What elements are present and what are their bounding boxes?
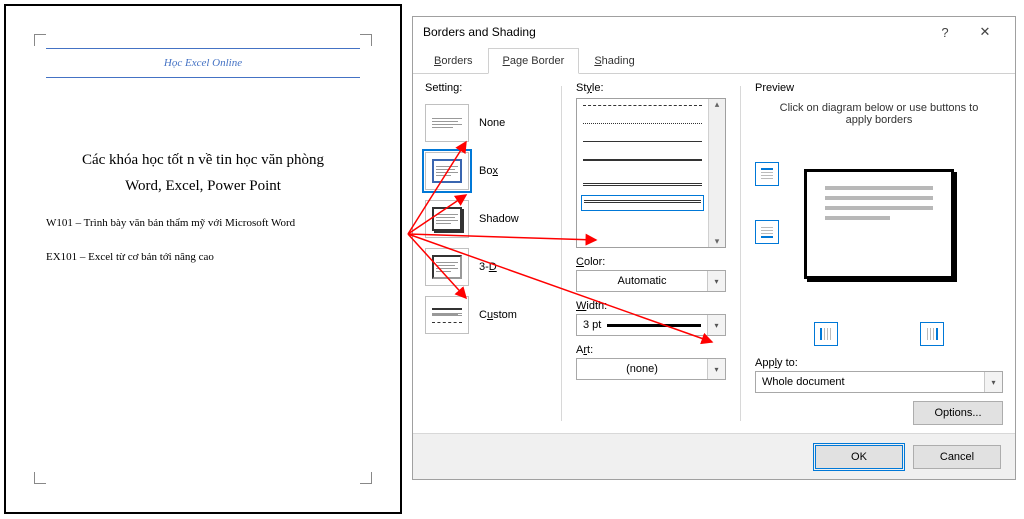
tab-page-border-label: age Border — [510, 55, 564, 67]
tab-shading-label: hading — [602, 55, 635, 67]
tab-borders[interactable]: Borders — [419, 48, 488, 74]
apply-to-value: Whole document — [756, 376, 984, 388]
dialog-title: Borders and Shading — [423, 25, 925, 39]
style-selected[interactable] — [581, 195, 704, 211]
border-left-button[interactable] — [814, 322, 838, 346]
apply-to-combo[interactable]: Whole document ▾ — [755, 371, 1003, 393]
titlebar: Borders and Shading ? ✕ — [413, 17, 1015, 47]
doc-heading-2: Word, Excel, Power Point — [40, 178, 366, 195]
scroll-up-icon: ▴ — [715, 99, 720, 110]
width-preview-line — [607, 324, 701, 327]
style-listbox[interactable]: ▴▾ — [576, 98, 726, 248]
setting-custom[interactable]: Custom — [425, 296, 547, 334]
tab-borders-label: orders — [441, 55, 472, 67]
close-icon: ✕ — [980, 24, 991, 40]
header-title: Học Excel Online — [40, 57, 366, 69]
style-column: Style: ▴▾ Color: Automatic ▾ Width: — [576, 82, 726, 425]
header-rule-top — [46, 48, 360, 49]
ok-button[interactable]: OK — [815, 445, 903, 469]
style-scrollbar[interactable]: ▴▾ — [708, 99, 725, 247]
setting-none[interactable]: None — [425, 104, 547, 142]
dialog-footer: OK Cancel — [413, 433, 1015, 479]
ok-label: OK — [851, 451, 867, 463]
tab-strip: Borders Page Border Shading — [413, 47, 1015, 74]
apply-to-label: Apply to: — [755, 357, 1003, 369]
chevron-down-icon: ▾ — [984, 372, 1002, 392]
setting-box-label: Box — [479, 165, 498, 177]
preview-hint: Click on diagram below or use buttons to… — [775, 102, 983, 126]
document-page: Học Excel Online Các khóa học tốt n về t… — [4, 4, 402, 514]
borders-shading-dialog: Borders and Shading ? ✕ Borders Page Bor… — [412, 16, 1016, 480]
setting-shadow[interactable]: Shadow — [425, 200, 547, 238]
doc-heading-1: Các khóa học tốt n về tin học văn phòng — [40, 148, 366, 172]
cancel-label: Cancel — [940, 451, 974, 463]
art-combo[interactable]: (none) ▾ — [576, 358, 726, 380]
header-rule-bottom — [46, 77, 360, 78]
color-label: Color: — [576, 256, 726, 268]
setting-3d-label: 3-D — [479, 261, 497, 273]
setting-3d[interactable]: 3-D — [425, 248, 547, 286]
doc-line-2: EX101 – Excel từ cơ bản tới nâng cao — [46, 251, 360, 263]
border-top-button[interactable] — [755, 162, 779, 186]
setting-none-label: None — [479, 117, 505, 129]
options-button[interactable]: Options... — [913, 401, 1003, 425]
close-button[interactable]: ✕ — [965, 17, 1005, 47]
setting-label: Setting: — [425, 82, 547, 94]
help-button[interactable]: ? — [925, 17, 965, 47]
separator-2 — [740, 86, 741, 421]
setting-box[interactable]: Box — [425, 152, 547, 190]
width-combo[interactable]: 3 pt ▾ — [576, 314, 726, 336]
color-value: Automatic — [577, 275, 707, 287]
style-label: Style: — [576, 82, 726, 94]
setting-custom-label: Custom — [479, 309, 517, 321]
chevron-down-icon: ▾ — [707, 315, 725, 335]
tab-shading[interactable]: Shading — [579, 48, 649, 74]
tab-page-border[interactable]: Page Border — [488, 48, 580, 74]
art-label: Art: — [576, 344, 726, 356]
width-label: Width: — [576, 300, 726, 312]
chevron-down-icon: ▾ — [707, 271, 725, 291]
preview-column: Preview Click on diagram below or use bu… — [755, 82, 1003, 425]
options-label: Options... — [934, 407, 981, 419]
preview-label: Preview — [755, 82, 1003, 94]
border-bottom-button[interactable] — [755, 220, 779, 244]
setting-column: Setting: None Box Shadow 3-D Custom — [425, 82, 547, 425]
border-right-button[interactable] — [920, 322, 944, 346]
setting-shadow-label: Shadow — [479, 213, 519, 225]
chevron-down-icon: ▾ — [707, 359, 725, 379]
doc-line-1: W101 – Trình bày văn bản thẩm mỹ với Mic… — [46, 217, 360, 229]
color-combo[interactable]: Automatic ▾ — [576, 270, 726, 292]
help-icon: ? — [941, 25, 948, 40]
art-value: (none) — [577, 363, 707, 375]
preview-diagram[interactable] — [804, 169, 954, 279]
scroll-down-icon: ▾ — [715, 236, 720, 247]
cancel-button[interactable]: Cancel — [913, 445, 1001, 469]
separator-1 — [561, 86, 562, 421]
preview-area — [755, 134, 1003, 314]
width-value: 3 pt — [577, 319, 607, 331]
